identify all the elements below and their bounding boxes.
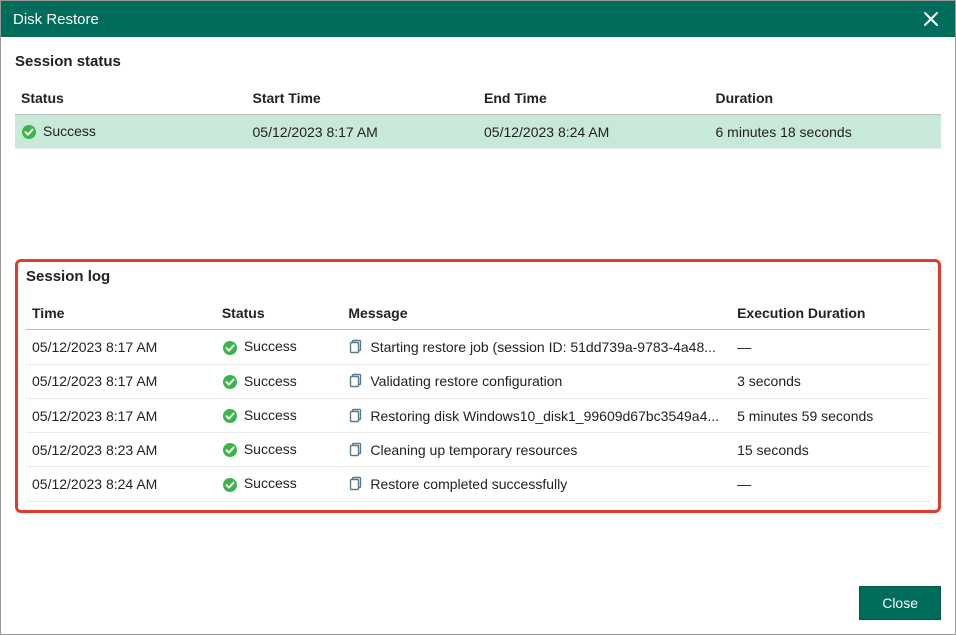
log-time-cell: 05/12/2023 8:17 AM (26, 398, 216, 432)
success-icon (21, 124, 37, 140)
log-message-text: Validating restore configuration (370, 373, 562, 389)
session-log-table: Time Status Message Execution Duration 0… (26, 297, 930, 501)
log-time-cell: 05/12/2023 8:24 AM (26, 467, 216, 501)
close-icon[interactable] (919, 7, 943, 31)
log-status-cell: Success (216, 364, 343, 398)
log-status-label: Success (244, 475, 297, 491)
window-title: Disk Restore (13, 11, 919, 28)
success-icon (222, 408, 238, 424)
titlebar: Disk Restore (1, 1, 955, 37)
log-status-cell: Success (216, 433, 343, 467)
log-exec-duration-cell: — (731, 467, 930, 501)
dialog-body: Session status Status Start Time End Tim… (1, 37, 955, 576)
session-status-row[interactable]: Success 05/12/2023 8:17 AM 05/12/2023 8:… (15, 115, 941, 149)
log-message-cell: Restoring disk Windows10_disk1_99609d67b… (342, 398, 731, 432)
copy-icon[interactable] (348, 476, 364, 491)
log-message-text: Restoring disk Windows10_disk1_99609d67b… (370, 408, 719, 424)
log-status-label: Success (244, 407, 297, 423)
col-start-time: Start Time (247, 82, 479, 115)
copy-icon[interactable] (348, 373, 364, 388)
log-row[interactable]: 05/12/2023 8:17 AM Success Validating rest… (26, 364, 930, 398)
log-row[interactable]: 05/12/2023 8:17 AM Success Starting restor… (26, 330, 930, 364)
status-label: Success (43, 123, 96, 139)
session-status-heading: Session status (15, 53, 941, 70)
log-row[interactable]: 05/12/2023 8:24 AM Success Restore complet… (26, 467, 930, 501)
success-icon (222, 442, 238, 458)
log-status-label: Success (244, 338, 297, 354)
end-time-cell: 05/12/2023 8:24 AM (478, 115, 710, 149)
col-status: Status (216, 297, 343, 330)
log-exec-duration-cell: 5 minutes 59 seconds (731, 398, 930, 432)
disk-restore-dialog: Disk Restore Session status Status Start… (0, 0, 956, 635)
col-end-time: End Time (478, 82, 710, 115)
col-status: Status (15, 82, 247, 115)
success-icon (222, 477, 238, 493)
table-header-row: Status Start Time End Time Duration (15, 82, 941, 115)
log-message-text: Cleaning up temporary resources (370, 442, 577, 458)
start-time-cell: 05/12/2023 8:17 AM (247, 115, 479, 149)
duration-cell: 6 minutes 18 seconds (710, 115, 942, 149)
log-exec-duration-cell: 3 seconds (731, 364, 930, 398)
col-exec-duration: Execution Duration (731, 297, 930, 330)
table-header-row: Time Status Message Execution Duration (26, 297, 930, 330)
success-icon (222, 340, 238, 356)
status-cell: Success (15, 115, 247, 149)
col-message: Message (342, 297, 731, 330)
session-log-heading: Session log (26, 268, 930, 285)
log-time-cell: 05/12/2023 8:17 AM (26, 364, 216, 398)
col-time: Time (26, 297, 216, 330)
log-exec-duration-cell: — (731, 330, 930, 364)
log-status-label: Success (244, 441, 297, 457)
close-button[interactable]: Close (859, 586, 941, 620)
log-status-cell: Success (216, 398, 343, 432)
log-status-label: Success (244, 373, 297, 389)
log-exec-duration-cell: 15 seconds (731, 433, 930, 467)
log-message-cell: Restore completed successfully (342, 467, 731, 501)
log-row[interactable]: 05/12/2023 8:17 AM Success Restoring disk … (26, 398, 930, 432)
log-message-text: Starting restore job (session ID: 51dd73… (370, 339, 716, 355)
col-duration: Duration (710, 82, 942, 115)
log-message-cell: Cleaning up temporary resources (342, 433, 731, 467)
log-row[interactable]: 05/12/2023 8:23 AM Success Cleaning up tem… (26, 433, 930, 467)
log-message-text: Restore completed successfully (370, 476, 567, 492)
session-status-table: Status Start Time End Time Duration Succ… (15, 82, 941, 149)
copy-icon[interactable] (348, 408, 364, 423)
session-log-highlight-box: Session log Time Status Message Executio… (15, 259, 941, 512)
dialog-footer: Close (1, 576, 955, 634)
copy-icon[interactable] (348, 339, 364, 354)
success-icon (222, 374, 238, 390)
log-message-cell: Validating restore configuration (342, 364, 731, 398)
log-time-cell: 05/12/2023 8:17 AM (26, 330, 216, 364)
log-status-cell: Success (216, 467, 343, 501)
log-status-cell: Success (216, 330, 343, 364)
log-message-cell: Starting restore job (session ID: 51dd73… (342, 330, 731, 364)
copy-icon[interactable] (348, 442, 364, 457)
log-time-cell: 05/12/2023 8:23 AM (26, 433, 216, 467)
